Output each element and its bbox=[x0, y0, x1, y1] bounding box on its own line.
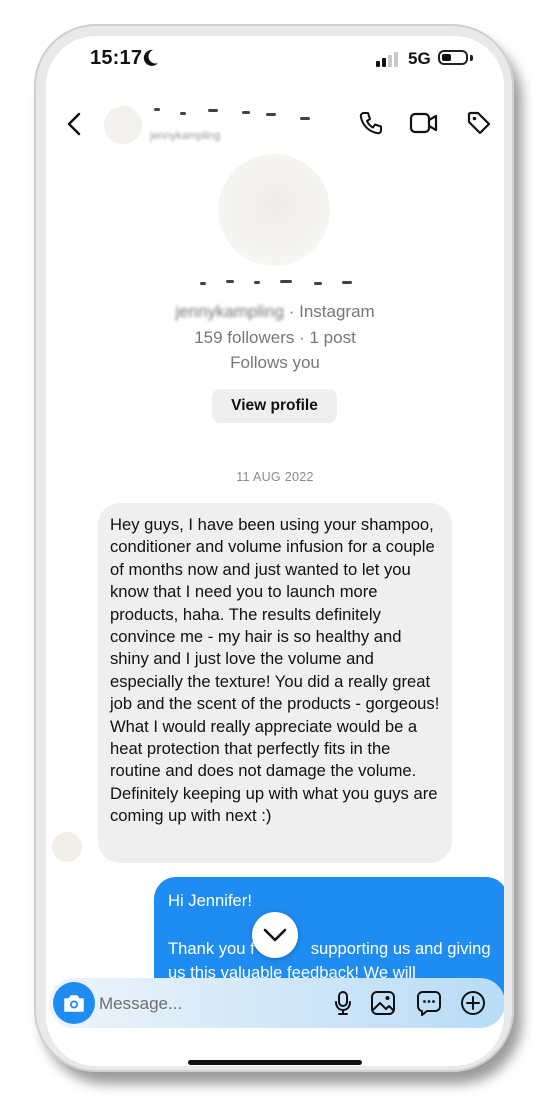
follower-count: 159 followers · 1 post bbox=[194, 328, 356, 347]
profile-handle-line: jennykampling · Instagram bbox=[46, 302, 504, 322]
moon-icon bbox=[143, 49, 159, 72]
profile-platform: · Instagram bbox=[283, 302, 375, 321]
voice-message-button[interactable] bbox=[329, 989, 357, 1017]
tag-icon bbox=[467, 111, 491, 135]
chevron-left-icon bbox=[67, 112, 81, 136]
status-time: 15:17 bbox=[90, 47, 143, 69]
phone-icon bbox=[359, 112, 382, 135]
message-composer bbox=[49, 978, 504, 1028]
plus-icon bbox=[461, 991, 485, 1015]
tag-button[interactable] bbox=[464, 108, 494, 138]
scroll-to-bottom-button[interactable] bbox=[252, 912, 298, 958]
network-type: 5G bbox=[408, 49, 431, 68]
incoming-message-text: Hey guys, I have been using your shampoo… bbox=[110, 515, 440, 826]
profile-avatar[interactable] bbox=[218, 154, 330, 266]
signal-icon bbox=[376, 52, 398, 67]
battery-tip bbox=[470, 55, 473, 61]
chevron-down-icon bbox=[263, 928, 287, 942]
battery-icon bbox=[438, 50, 468, 65]
sender-avatar[interactable] bbox=[52, 832, 82, 862]
header-name-redacted bbox=[146, 106, 316, 128]
microphone-icon bbox=[335, 991, 351, 1015]
sticker-icon bbox=[417, 991, 441, 1016]
video-camera-icon bbox=[409, 112, 438, 134]
camera-button[interactable] bbox=[53, 982, 95, 1024]
message-input[interactable] bbox=[97, 987, 321, 1021]
gallery-button[interactable] bbox=[369, 989, 397, 1017]
phone-screen: 15:17 5G jennykampling jennykampling · I… bbox=[46, 36, 504, 1066]
view-profile-button[interactable]: View profile bbox=[212, 389, 337, 423]
camera-icon bbox=[64, 995, 84, 1012]
outgoing-body-start: Thank you f bbox=[168, 939, 255, 958]
incoming-message-bubble[interactable]: Hey guys, I have been using your shampoo… bbox=[98, 503, 452, 863]
sticker-button[interactable] bbox=[415, 989, 443, 1017]
gallery-icon bbox=[371, 991, 395, 1015]
outgoing-body-line1: Thank you f supporting us and giving bbox=[168, 937, 494, 961]
video-call-button[interactable] bbox=[408, 108, 440, 138]
outgoing-body-mid: supporting us and giving bbox=[310, 939, 491, 958]
more-button[interactable] bbox=[459, 989, 487, 1017]
header-handle: jennykampling bbox=[150, 130, 221, 142]
profile-name-redacted bbox=[196, 278, 356, 288]
thread-date: 11 AUG 2022 bbox=[236, 470, 314, 484]
follows-you-label: Follows you bbox=[230, 353, 320, 372]
home-indicator[interactable] bbox=[188, 1060, 362, 1065]
back-button[interactable] bbox=[62, 110, 86, 138]
profile-handle: jennykampling bbox=[175, 302, 284, 321]
header-avatar[interactable] bbox=[104, 106, 142, 144]
voice-call-button[interactable] bbox=[356, 108, 386, 138]
outgoing-greeting: Hi Jennifer! bbox=[168, 891, 252, 910]
